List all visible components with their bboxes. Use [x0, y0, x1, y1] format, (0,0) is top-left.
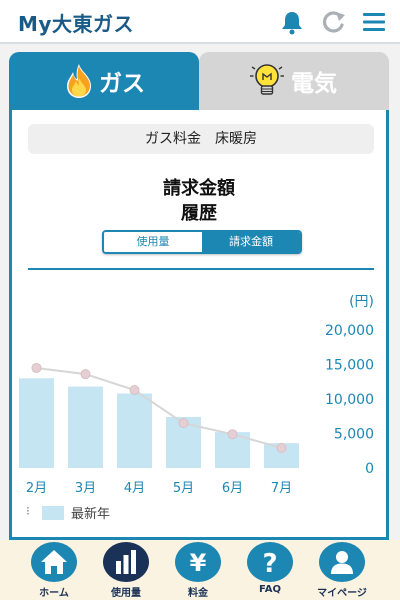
billing-history-chart: 2月 3月 4月 5月 6月 7月 0 5,000 10,000 15,000 20,000 (円) — [19, 294, 374, 496]
nav-faq[interactable]: ? FAQ — [238, 540, 302, 600]
x-tick-label: 4月 — [124, 481, 145, 496]
app-title: My大東ガス — [18, 12, 134, 36]
view-toggle: 使用量 請求金額 — [102, 230, 302, 254]
tab-electricity-label: 電気 — [291, 71, 337, 97]
bottom-navigation: ホーム 使用量 ¥ 料金 ? FAQ マイページ — [0, 540, 400, 600]
billing-card: ガス料金 床暖房 請求金額 履歴 使用量 請求金額 2月 3月 4月 5月 6月 7月 0 5… — [9, 110, 389, 540]
y-tick-label: 20,000 — [325, 323, 374, 339]
nav-usage-label: 使用量 — [111, 588, 141, 599]
chart-line-point — [178, 418, 189, 429]
y-tick-label: 15,000 — [325, 358, 374, 374]
nav-faq-circle: ? — [247, 542, 293, 582]
bar-chart-icon — [116, 550, 136, 574]
nav-home-circle — [31, 542, 77, 582]
nav-mypage[interactable]: マイページ — [310, 540, 374, 600]
x-tick-label: 3月 — [75, 481, 96, 496]
chart-line-point — [227, 429, 238, 440]
chart-line-point — [276, 442, 287, 453]
nav-fee-label: 料金 — [188, 588, 208, 599]
tab-electricity[interactable]: 電気 — [199, 52, 389, 110]
nav-fee[interactable]: ¥ 料金 — [166, 540, 230, 600]
nav-usage[interactable]: 使用量 — [94, 540, 158, 600]
nav-fee-circle: ¥ — [175, 542, 221, 582]
usage-toggle-button[interactable]: 使用量 — [104, 232, 202, 252]
legend-swatch — [42, 506, 64, 520]
x-tick-label: 2月 — [26, 481, 47, 496]
lightbulb-icon — [250, 64, 284, 95]
nav-faq-label: FAQ — [259, 584, 281, 595]
legend-label: 最新年 — [71, 507, 111, 522]
yen-icon: ¥ — [190, 549, 207, 577]
bell-icon[interactable] — [278, 8, 306, 36]
y-tick-label: 0 — [365, 461, 374, 477]
page-title: 請求金額 — [163, 178, 235, 199]
y-axis-unit-label: (円) — [349, 294, 374, 310]
nav-usage-circle — [103, 542, 149, 582]
plan-subtitle: ガス料金 床暖房 — [28, 124, 374, 154]
legend-ellipsis: ⁝ — [26, 504, 30, 518]
x-tick-label: 5月 — [173, 481, 194, 496]
chart-line-point — [80, 369, 91, 380]
billing-toggle-button[interactable]: 請求金額 — [202, 232, 300, 252]
tab-gas[interactable]: ガス — [9, 52, 199, 110]
chart-line-point — [31, 362, 42, 373]
y-tick-label: 10,000 — [325, 392, 374, 408]
svg-text:?: ? — [262, 549, 277, 579]
refresh-icon[interactable] — [320, 8, 348, 36]
svg-text:¥: ¥ — [190, 549, 207, 577]
x-tick-label: 7月 — [271, 481, 292, 496]
hamburger-menu-icon[interactable] — [360, 8, 388, 36]
page-title-line2: 履歴 — [181, 203, 217, 224]
nav-mypage-circle — [319, 542, 365, 582]
home-icon — [41, 550, 67, 574]
chart-bar — [68, 386, 103, 468]
x-tick-label: 6月 — [222, 481, 243, 496]
user-icon — [331, 551, 353, 574]
tab-gas-label: ガス — [99, 71, 145, 97]
nav-home[interactable]: ホーム — [22, 540, 86, 600]
y-tick-label: 5,000 — [334, 427, 374, 443]
question-icon: ? — [262, 549, 277, 579]
flame-icon — [67, 64, 91, 98]
chart-bar — [19, 378, 54, 468]
chart-line-point — [129, 385, 140, 396]
app-header: My大東ガス — [0, 0, 400, 44]
chart-bar — [117, 393, 152, 468]
nav-mypage-label: マイページ — [317, 588, 367, 599]
nav-home-label: ホーム — [39, 588, 69, 599]
